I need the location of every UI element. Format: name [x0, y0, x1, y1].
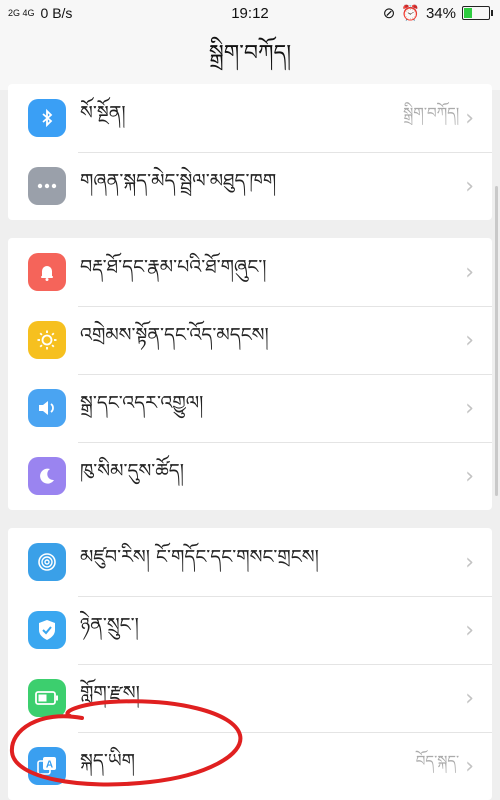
settings-item-bluetooth[interactable]: སོ་སྔོན། སྒྲིག་བཀོད། › — [8, 84, 492, 152]
settings-item-language[interactable]: A སྐད་ཡིག བོད་སྐད་ › — [8, 732, 492, 800]
speaker-icon — [28, 389, 66, 427]
moon-icon — [28, 457, 66, 495]
settings-item-dnd[interactable]: ཁུ་སིམ་དུས་ཚོད། › — [8, 442, 492, 510]
lock-rotation-icon: ⊘ — [382, 5, 396, 22]
settings-list[interactable]: སོ་སྔོན། སྒྲིག་བཀོད། › གཞན་སྐད་མེད་སྦྲེལ་མཐ… — [0, 84, 500, 800]
chevron-right-icon: › — [465, 617, 474, 643]
status-bar: 2G 4G 0 B/s 19:12 ⊘ ⏰ 34% — [0, 0, 500, 28]
chevron-right-icon: › — [465, 685, 474, 711]
settings-item-label: ཁུ་སིམ་དུས་ཚོད། — [80, 460, 185, 482]
settings-group: བརྡ་ཐོ་དང་རྣམ་པའི་ཐོ་གཞུང་། › འགྲེམས་སྟོན་… — [8, 238, 492, 510]
svg-text:A: A — [46, 760, 53, 771]
alarm-icon: ⏰ — [401, 5, 420, 22]
settings-item-display[interactable]: འགྲེམས་སྟོན་དང་འོད་མདངས། › — [8, 306, 492, 374]
shield-icon — [28, 611, 66, 649]
settings-item-security[interactable]: ཉེན་སྲུང་། › — [8, 596, 492, 664]
chevron-right-icon: › — [465, 395, 474, 421]
page-title: སྒྲིག་བཀོད། — [208, 41, 292, 66]
group-gap — [0, 220, 500, 238]
bell-icon — [28, 253, 66, 291]
chevron-right-icon: › — [465, 753, 474, 779]
status-right: ⊘ ⏰ 34% — [382, 4, 493, 22]
battery-percent: 34% — [425, 4, 456, 22]
chevron-right-icon: › — [465, 105, 474, 131]
settings-item-notifications[interactable]: བརྡ་ཐོ་དང་རྣམ་པའི་ཐོ་གཞུང་། › — [8, 238, 492, 306]
settings-item-label: གློག་རྫས། — [80, 682, 140, 704]
settings-item-label: མཛུབ་རིས། ངོ་གདོང་དང་གསང་གྲངས། — [80, 546, 319, 568]
settings-group: མཛུབ་རིས། ངོ་གདོང་དང་གསང་གྲངས། › ཉེན་སྲུང་… — [8, 528, 492, 800]
settings-item-label: སྒྲ་དང་འདར་འགྱུལ། — [80, 392, 204, 414]
settings-item-label: བརྡ་ཐོ་དང་རྣམ་པའི་ཐོ་གཞུང་། — [80, 256, 267, 278]
chevron-right-icon: › — [465, 463, 474, 489]
chevron-right-icon: › — [465, 173, 474, 199]
settings-item-label: སྐད་ཡིག — [80, 750, 135, 772]
settings-item-label: འགྲེམས་སྟོན་དང་འོད་མདངས། — [80, 324, 269, 346]
chevron-right-icon: › — [465, 259, 474, 285]
settings-item-value: སྒྲིག་བཀོད། — [403, 104, 460, 122]
settings-item-label: གཞན་སྐད་མེད་སྦྲེལ་མཐུད་ཁག — [80, 170, 277, 192]
settings-item-label: ཉེན་སྲུང་། — [80, 614, 139, 636]
settings-item-battery[interactable]: གློག་རྫས། › — [8, 664, 492, 732]
bluetooth-icon — [28, 99, 66, 137]
settings-group: སོ་སྔོན། སྒྲིག་བཀོད། › གཞན་སྐད་མེད་སྦྲེལ་མཐ… — [8, 84, 492, 220]
fingerprint-icon — [28, 543, 66, 581]
scrollbar[interactable] — [495, 186, 498, 496]
more-dots-icon — [28, 167, 66, 205]
settings-item-sound[interactable]: སྒྲ་དང་འདར་འགྱུལ། › — [8, 374, 492, 442]
chevron-right-icon: › — [465, 327, 474, 353]
page-header: སྒྲིག་བཀོད། — [0, 28, 500, 90]
settings-item-value: བོད་སྐད་ — [415, 752, 460, 770]
chevron-right-icon: › — [465, 549, 474, 575]
group-gap — [0, 510, 500, 528]
brightness-icon — [28, 321, 66, 359]
battery-status-icon — [462, 6, 493, 20]
settings-item-more[interactable]: གཞན་སྐད་མེད་སྦྲེལ་མཐུད་ཁག › — [8, 152, 492, 220]
settings-item-fingerprint[interactable]: མཛུབ་རིས། ངོ་གདོང་དང་གསང་གྲངས། › — [8, 528, 492, 596]
language-icon: A — [28, 747, 66, 785]
settings-item-label: སོ་སྔོན། — [80, 102, 126, 124]
battery-icon — [28, 679, 66, 717]
